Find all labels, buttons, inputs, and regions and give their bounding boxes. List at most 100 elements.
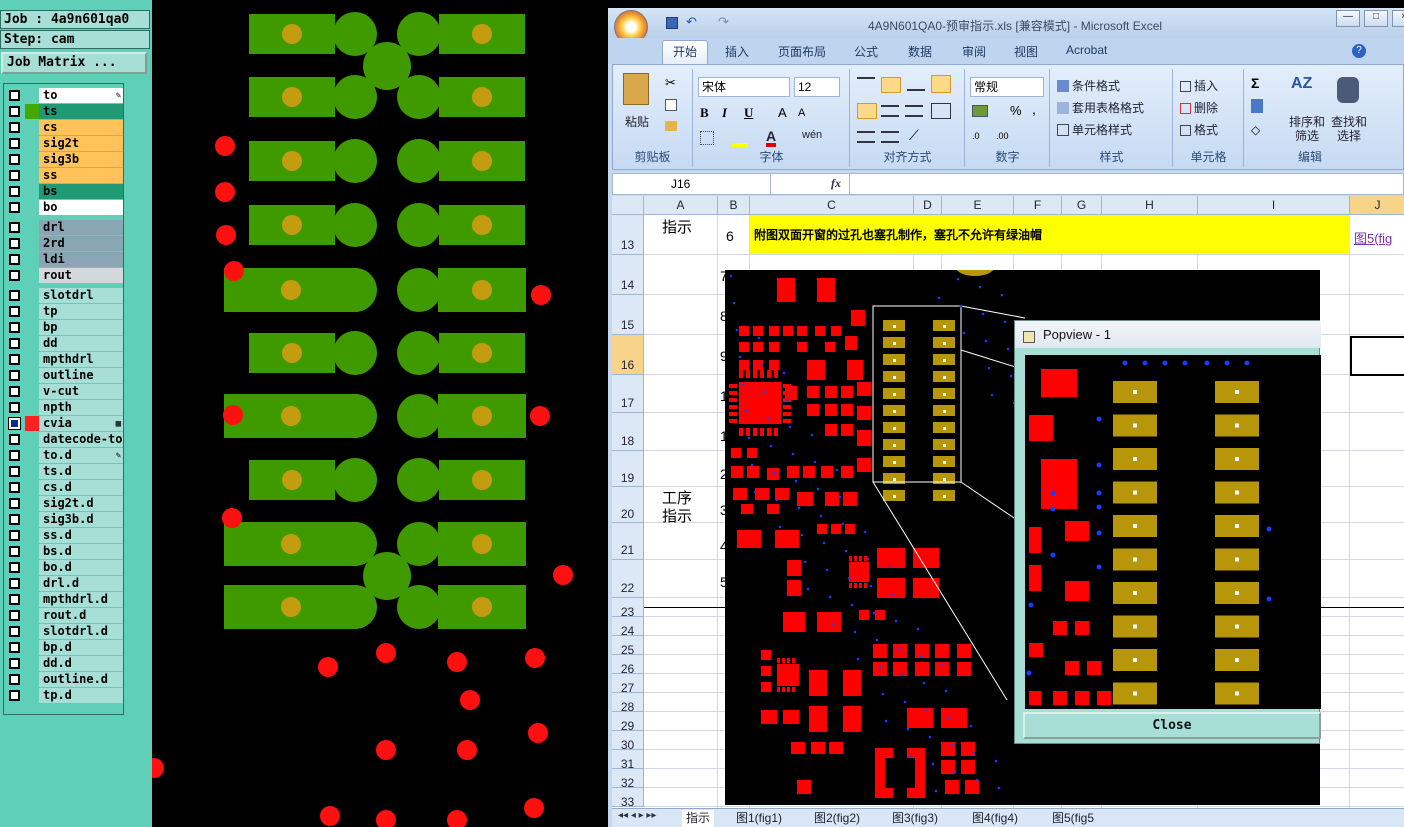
layer-name[interactable]: drl.d bbox=[39, 576, 123, 591]
fill-icon[interactable] bbox=[1251, 99, 1263, 113]
layer-row[interactable]: sig3b bbox=[6, 152, 123, 167]
font-color-icon[interactable]: A bbox=[766, 129, 777, 147]
layer-checkbox[interactable] bbox=[9, 370, 20, 381]
layer-row[interactable]: npth bbox=[6, 400, 123, 415]
layer-checkbox[interactable] bbox=[9, 122, 20, 133]
layer-color-swatch[interactable] bbox=[25, 200, 39, 215]
layer-row[interactable]: cvia ▦ bbox=[6, 416, 123, 431]
autosum-icon[interactable]: Σ bbox=[1251, 75, 1259, 91]
conditional-format-button[interactable]: 条件格式 bbox=[1057, 77, 1120, 94]
layer-name[interactable]: ss.d bbox=[39, 528, 123, 543]
layer-checkbox[interactable] bbox=[9, 498, 20, 509]
layer-color-swatch[interactable] bbox=[25, 304, 39, 319]
layer-name[interactable]: cs bbox=[39, 120, 123, 135]
layer-color-swatch[interactable] bbox=[25, 608, 39, 623]
layer-checkbox[interactable] bbox=[9, 546, 20, 557]
layer-checkbox[interactable] bbox=[9, 658, 20, 669]
layer-row[interactable]: ts.d bbox=[6, 464, 123, 479]
row-header[interactable]: 22 bbox=[612, 560, 644, 598]
layer-checkbox[interactable] bbox=[9, 138, 20, 149]
layer-checkbox[interactable] bbox=[9, 626, 20, 637]
layer-row[interactable]: bp bbox=[6, 320, 123, 335]
row-header[interactable]: 27 bbox=[612, 674, 644, 695]
layer-row[interactable]: datecode-to bbox=[6, 432, 123, 447]
currency-icon[interactable] bbox=[972, 105, 988, 117]
layer-checkbox[interactable] bbox=[9, 514, 20, 525]
row-header[interactable]: 13 bbox=[612, 215, 644, 255]
fx-button[interactable]: fx bbox=[831, 176, 841, 191]
layer-row[interactable]: to.d ✎ bbox=[6, 448, 123, 463]
sheet-tab[interactable]: 图1(fig1) bbox=[732, 810, 786, 827]
layer-name[interactable]: npth bbox=[39, 400, 123, 415]
column-header[interactable]: D bbox=[914, 196, 942, 215]
layer-checkbox[interactable] bbox=[9, 594, 20, 605]
layer-name[interactable]: ts.d bbox=[39, 464, 123, 479]
layer-name[interactable]: tp.d bbox=[39, 688, 123, 703]
layer-row[interactable]: v-cut bbox=[6, 384, 123, 399]
layer-name[interactable]: slotdrl.d bbox=[39, 624, 123, 639]
column-header[interactable]: C bbox=[750, 196, 914, 215]
column-header[interactable]: J bbox=[1350, 196, 1404, 215]
layer-name[interactable]: 2rd bbox=[39, 236, 123, 251]
layer-row[interactable]: ss bbox=[6, 168, 123, 183]
layer-color-swatch[interactable] bbox=[25, 168, 39, 183]
indent-decrease-icon[interactable] bbox=[857, 131, 875, 143]
layer-name[interactable]: dd.d bbox=[39, 656, 123, 671]
tab-page-layout[interactable]: 页面布局 bbox=[778, 43, 826, 60]
layer-checkbox[interactable] bbox=[9, 690, 20, 701]
align-bottom-icon[interactable] bbox=[907, 77, 925, 91]
insert-cells-button[interactable]: 插入 bbox=[1180, 77, 1218, 94]
layer-checkbox[interactable] bbox=[9, 270, 20, 281]
layer-color-swatch[interactable] bbox=[25, 268, 39, 283]
layer-color-swatch[interactable] bbox=[25, 320, 39, 335]
popview-canvas[interactable] bbox=[1025, 355, 1321, 709]
layer-color-swatch[interactable] bbox=[25, 400, 39, 415]
row-header[interactable]: 16 bbox=[612, 335, 644, 375]
layer-color-swatch[interactable] bbox=[25, 656, 39, 671]
column-header[interactable]: E bbox=[942, 196, 1014, 215]
column-header[interactable]: A bbox=[644, 196, 718, 215]
layer-name[interactable]: outline.d bbox=[39, 672, 123, 687]
row-header[interactable]: 32 bbox=[612, 769, 644, 790]
sheet-tab[interactable]: 图2(fig2) bbox=[810, 810, 864, 827]
sheet-tab[interactable]: 指示 bbox=[682, 810, 715, 827]
layer-color-swatch[interactable] bbox=[25, 136, 39, 151]
layer-color-swatch[interactable] bbox=[25, 384, 39, 399]
layer-row[interactable]: ts bbox=[6, 104, 123, 119]
layer-color-swatch[interactable] bbox=[25, 152, 39, 167]
layer-name[interactable]: datecode-to bbox=[39, 432, 123, 447]
layer-color-swatch[interactable] bbox=[25, 560, 39, 575]
fill-color-icon[interactable] bbox=[732, 131, 748, 147]
comma-icon[interactable]: , bbox=[1032, 101, 1036, 117]
layer-name[interactable]: ts bbox=[39, 104, 123, 119]
layer-row[interactable]: ldi bbox=[6, 252, 123, 267]
layer-checkbox[interactable] bbox=[9, 202, 20, 213]
merge-center-icon[interactable] bbox=[931, 103, 951, 119]
layer-name[interactable]: mpthdrl.d bbox=[39, 592, 123, 607]
layer-color-swatch[interactable] bbox=[25, 252, 39, 267]
layer-color-swatch[interactable] bbox=[25, 88, 39, 103]
layer-color-swatch[interactable] bbox=[25, 336, 39, 351]
layer-row[interactable]: ss.d bbox=[6, 528, 123, 543]
layer-color-swatch[interactable] bbox=[25, 512, 39, 527]
layer-name[interactable]: tp bbox=[39, 304, 123, 319]
layer-color-swatch[interactable] bbox=[25, 592, 39, 607]
sheet-tab[interactable]: 图5(fig5 bbox=[1048, 810, 1098, 827]
select-all-corner[interactable] bbox=[612, 196, 644, 215]
tab-home[interactable]: 开始 bbox=[662, 40, 708, 64]
tab-formulas[interactable]: 公式 bbox=[854, 43, 878, 60]
column-header[interactable]: B bbox=[718, 196, 750, 215]
layer-color-swatch[interactable] bbox=[25, 576, 39, 591]
column-header[interactable]: G bbox=[1062, 196, 1102, 215]
percent-icon[interactable]: % bbox=[1010, 103, 1022, 118]
layer-row[interactable]: cs bbox=[6, 120, 123, 135]
layer-name[interactable]: to ✎ bbox=[39, 88, 123, 103]
row-header[interactable]: 19 bbox=[612, 451, 644, 487]
layer-checkbox[interactable] bbox=[9, 354, 20, 365]
layer-checkbox[interactable] bbox=[9, 562, 20, 573]
layer-name[interactable]: sig3b.d bbox=[39, 512, 123, 527]
align-center-icon[interactable] bbox=[881, 105, 899, 117]
layer-name[interactable]: drl bbox=[39, 220, 123, 235]
layer-row[interactable]: slotdrl bbox=[6, 288, 123, 303]
layer-color-swatch[interactable] bbox=[25, 624, 39, 639]
